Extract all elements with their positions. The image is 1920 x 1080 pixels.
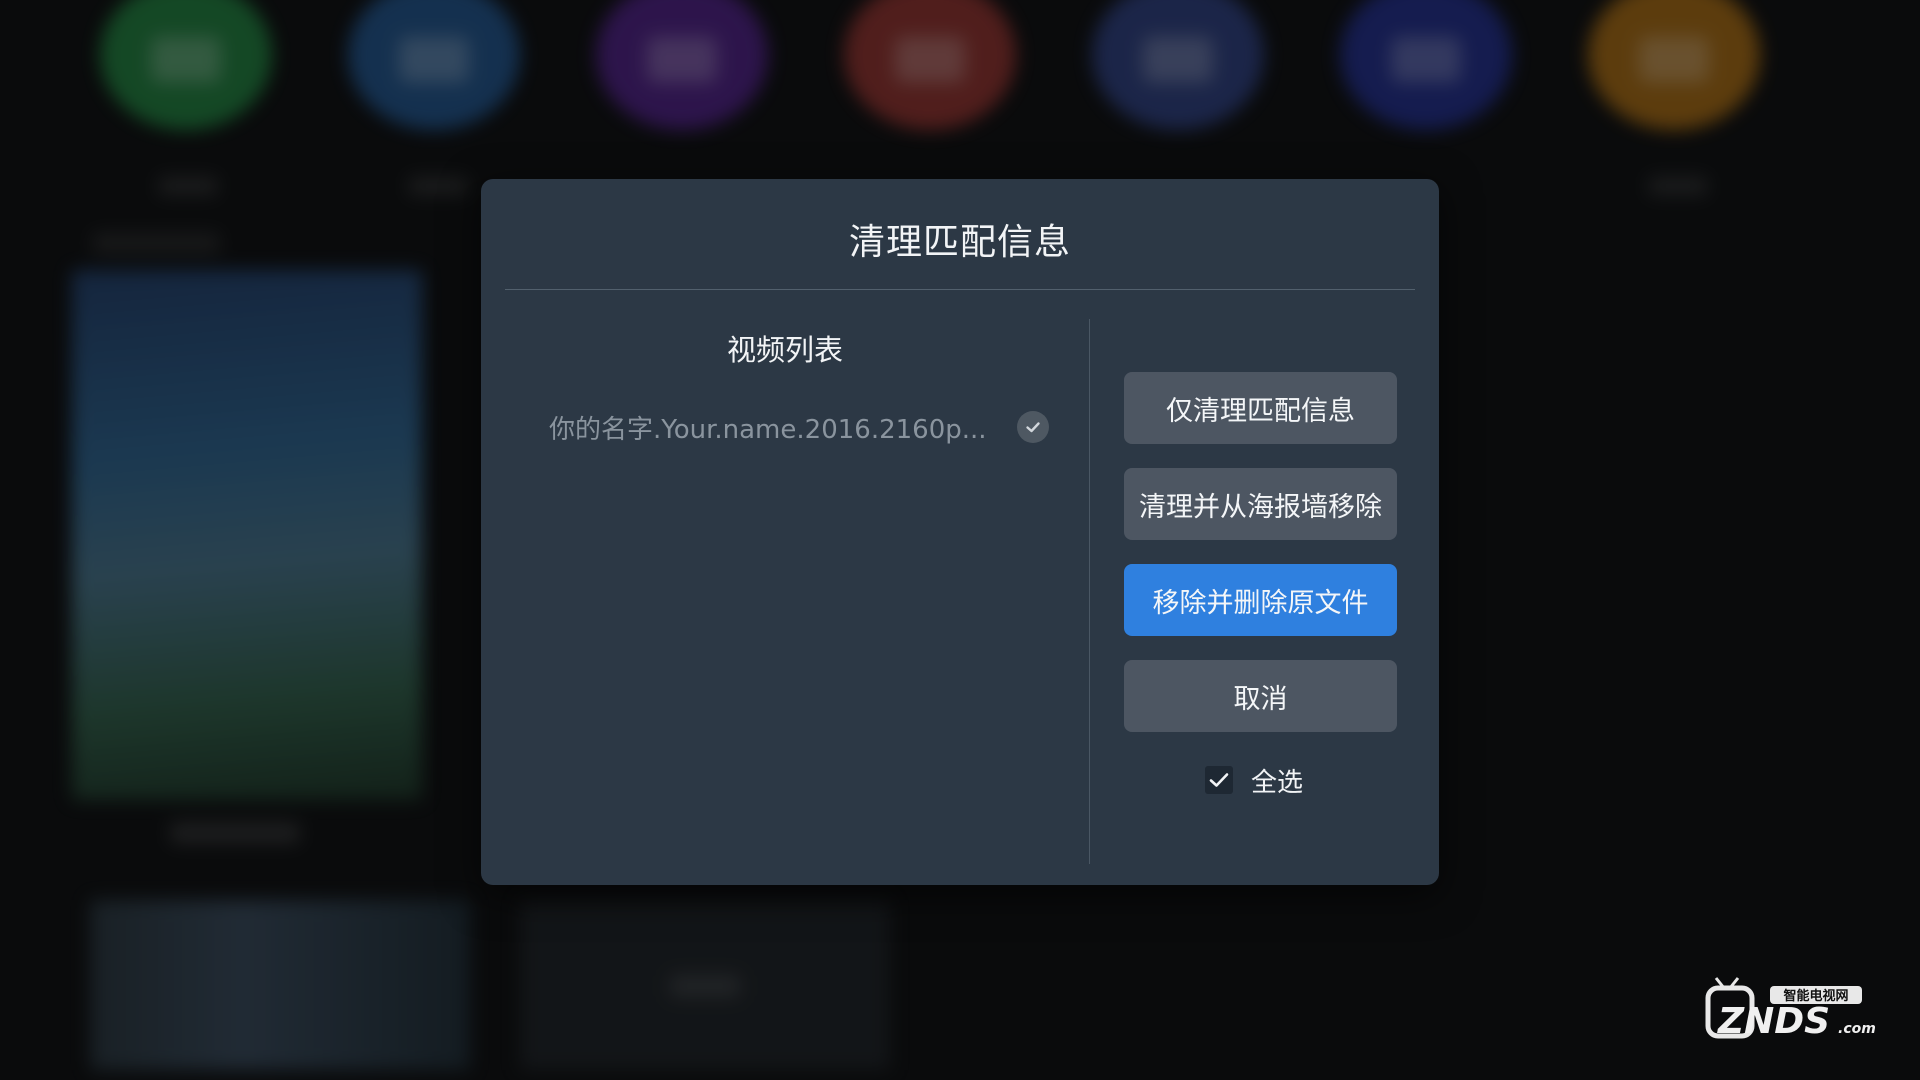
remove-and-delete-button[interactable]: 移除并删除原文件 <box>1124 564 1397 636</box>
cancel-button[interactable]: 取消 <box>1124 660 1397 732</box>
select-all-checkbox[interactable] <box>1205 766 1233 794</box>
bg-app-icon <box>348 0 520 130</box>
clean-and-remove-button[interactable]: 清理并从海报墙移除 <box>1124 468 1397 540</box>
bg-poster <box>72 270 422 800</box>
bg-thumbnail <box>90 900 470 1070</box>
bg-app-icon <box>844 0 1016 130</box>
bg-caption <box>1648 176 1708 196</box>
watermark-brand: ZNDS <box>1717 1001 1830 1042</box>
column-divider <box>1089 319 1090 864</box>
select-all-toggle[interactable]: 全选 <box>1205 763 1304 798</box>
video-filename: 你的名字.Your.name.2016.2160p... <box>549 414 987 445</box>
bg-thumbnail <box>520 900 890 1070</box>
check-circle-icon[interactable] <box>1017 411 1049 443</box>
video-list-title: 视频列表 <box>726 333 843 367</box>
watermark-suffix: .com <box>1838 1021 1876 1037</box>
video-list-item[interactable]: 你的名字.Your.name.2016.2160p... <box>549 407 1049 447</box>
bg-app-icon <box>1092 0 1264 130</box>
dialog-title: 清理匹配信息 <box>848 222 1071 263</box>
bg-poster-title <box>170 822 300 844</box>
checkmark-icon <box>1026 422 1040 433</box>
znds-watermark-logo: 智能电视网 ZNDS .com <box>1700 968 1880 1048</box>
checkmark-icon <box>1209 773 1229 787</box>
bg-app-icon <box>100 0 272 130</box>
clean-match-info-dialog: 清理匹配信息 视频列表 你的名字.Your.name.2016.2160p...… <box>481 179 1439 885</box>
bg-app-icon <box>1340 0 1512 130</box>
select-all-label: 全选 <box>1251 767 1304 798</box>
bg-caption <box>408 176 468 196</box>
bg-app-icon <box>1588 0 1760 130</box>
bg-section-heading <box>92 232 220 254</box>
clean-only-button[interactable]: 仅清理匹配信息 <box>1124 372 1397 444</box>
bg-caption <box>158 176 218 196</box>
bg-app-icon <box>596 0 768 130</box>
title-divider <box>505 289 1415 290</box>
tv-logo-icon: 智能电视网 ZNDS .com <box>1705 977 1876 1042</box>
